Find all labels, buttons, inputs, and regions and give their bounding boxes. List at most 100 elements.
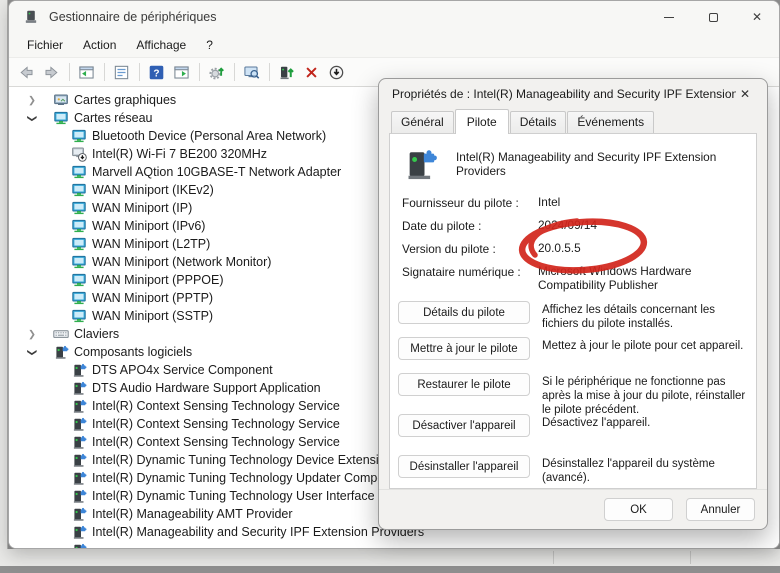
remote-computer-icon[interactable] [239, 61, 264, 83]
driver-action-button[interactable]: Mettre à jour le pilote [398, 337, 530, 360]
software-component-icon [71, 380, 87, 396]
field-label: Date du pilote : [402, 219, 538, 233]
cancel-button[interactable]: Annuler [686, 498, 755, 521]
network-adapter-icon [71, 236, 87, 252]
field-label: Fournisseur du pilote : [402, 196, 538, 210]
toolbar-separator [64, 61, 74, 83]
driver-action-button[interactable]: Restaurer le pilote [398, 373, 530, 396]
menu-item[interactable]: Fichier [17, 35, 73, 55]
ok-button[interactable]: OK [604, 498, 673, 521]
network-adapter-icon [71, 218, 87, 234]
tree-item-label: WAN Miniport (Network Monitor) [92, 255, 271, 269]
scan-hardware-changes-icon[interactable] [204, 61, 229, 83]
dialog-close-button[interactable]: ✕ [736, 85, 754, 103]
tree-item-label: Cartes réseau [74, 111, 153, 125]
network-adapter-icon [71, 254, 87, 270]
tree-item-label: WAN Miniport (IKEv2) [92, 183, 214, 197]
dialog-tab[interactable]: Événements [567, 111, 654, 133]
software-component-icon [71, 416, 87, 432]
software-component-icon [71, 488, 87, 504]
field-value: 2024/09/14 [538, 219, 756, 233]
driver-action-description: Désinstallez l'appareil du système (avan… [542, 455, 748, 485]
close-button[interactable]: ✕ [735, 1, 779, 33]
network-adapter-icon [71, 272, 87, 288]
software-component-icon [71, 506, 87, 522]
field-value: 20.0.5.5 [538, 242, 756, 256]
show-console-tree-icon[interactable] [74, 61, 99, 83]
driver-field-row: Signataire numérique : Microsoft Windows… [402, 265, 756, 292]
menu-item[interactable]: ? [196, 35, 223, 55]
tree-item-label: WAN Miniport (IP) [92, 201, 192, 215]
tree-item-label: Intel(R) Manageability AMT Provider [92, 507, 293, 521]
tree-item-label: Intel(R) Context Sensing Technology Serv… [92, 417, 340, 431]
software-component-icon [71, 452, 87, 468]
network-adapter-icon [53, 110, 69, 126]
toolbar-separator [99, 61, 109, 83]
back-arrow-icon[interactable] [14, 61, 39, 83]
tree-item-label: WAN Miniport (IPv6) [92, 219, 205, 233]
field-label: Signataire numérique : [402, 265, 538, 292]
software-component-icon [71, 434, 87, 450]
network-adapter-icon [71, 200, 87, 216]
dialog-tab[interactable]: Détails [510, 111, 567, 133]
tree-item-label: Intel(R) Wi-Fi 7 BE200 320MHz [92, 147, 267, 161]
network-adapter-disabled-icon [71, 146, 87, 162]
driver-action-row: Désinstaller l'appareil Désinstallez l'a… [398, 455, 748, 485]
device-name: Intel(R) Manageability and Security IPF … [456, 150, 744, 178]
field-value: Intel [538, 196, 756, 210]
network-adapter-icon [71, 182, 87, 198]
show-action-pane-icon[interactable] [169, 61, 194, 83]
screenshot-root: Gestionnaire de périphériques ✕ FichierA… [0, 0, 780, 573]
driver-action-description: Désactivez l'appareil. [542, 414, 748, 430]
software-component-icon [53, 344, 69, 360]
network-adapter-icon [71, 308, 87, 324]
tree-item-label: Cartes graphiques [74, 93, 176, 107]
device-manager-icon [23, 9, 39, 25]
tree-item-label: Claviers [74, 327, 119, 341]
dialog-title-bar: Propriétés de : Intel(R) Manageability a… [379, 79, 767, 109]
menu-item[interactable]: Affichage [126, 35, 196, 55]
software-component-icon [71, 398, 87, 414]
device-header: Intel(R) Manageability and Security IPF … [390, 134, 756, 190]
uninstall-device-icon[interactable] [299, 61, 324, 83]
expander-icon[interactable] [28, 329, 53, 340]
minimize-button[interactable] [647, 1, 691, 33]
properties-icon[interactable] [109, 61, 134, 83]
background-column-divider [690, 551, 691, 564]
network-adapter-icon [71, 128, 87, 144]
driver-action-description: Si le périphérique ne fonctionne pas apr… [542, 373, 748, 417]
driver-action-button[interactable]: Désactiver l'appareil [398, 414, 530, 437]
driver-action-button[interactable]: Détails du pilote [398, 301, 530, 324]
software-component-icon [402, 146, 438, 182]
menu-item[interactable]: Action [73, 35, 126, 55]
dialog-tab[interactable]: Pilote [455, 109, 509, 134]
tree-item[interactable] [9, 541, 779, 548]
tree-item-label: WAN Miniport (L2TP) [92, 237, 210, 251]
maximize-icon [709, 13, 718, 22]
window-controls: ✕ [647, 1, 779, 33]
software-component-icon [71, 542, 87, 548]
close-icon: ✕ [752, 10, 762, 24]
svg-text:?: ? [153, 68, 159, 79]
toolbar-separator [264, 61, 274, 83]
dialog-tab[interactable]: Général [391, 111, 454, 133]
toolbar-separator [229, 61, 239, 83]
expander-icon[interactable] [28, 95, 53, 106]
keyboard-icon [53, 326, 69, 342]
expander-icon[interactable] [28, 347, 53, 358]
forward-arrow-icon[interactable] [39, 61, 64, 83]
disable-device-icon[interactable] [324, 61, 349, 83]
tree-item-label: Marvell AQtion 10GBASE-T Network Adapter [92, 165, 341, 179]
software-component-icon [71, 362, 87, 378]
toolbar-separator [194, 61, 204, 83]
driver-tab-page: Intel(R) Manageability and Security IPF … [389, 133, 757, 489]
expander-icon[interactable] [28, 113, 53, 124]
update-driver-icon[interactable] [274, 61, 299, 83]
maximize-button[interactable] [691, 1, 735, 33]
driver-action-row: Désactiver l'appareil Désactivez l'appar… [398, 414, 748, 437]
tree-item-label: DTS Audio Hardware Support Application [92, 381, 321, 395]
title-bar: Gestionnaire de périphériques ✕ [9, 1, 779, 33]
tree-item-label: Intel(R) Manageability and Security IPF … [92, 525, 424, 539]
driver-action-button[interactable]: Désinstaller l'appareil [398, 455, 530, 478]
help-icon[interactable]: ? [144, 61, 169, 83]
